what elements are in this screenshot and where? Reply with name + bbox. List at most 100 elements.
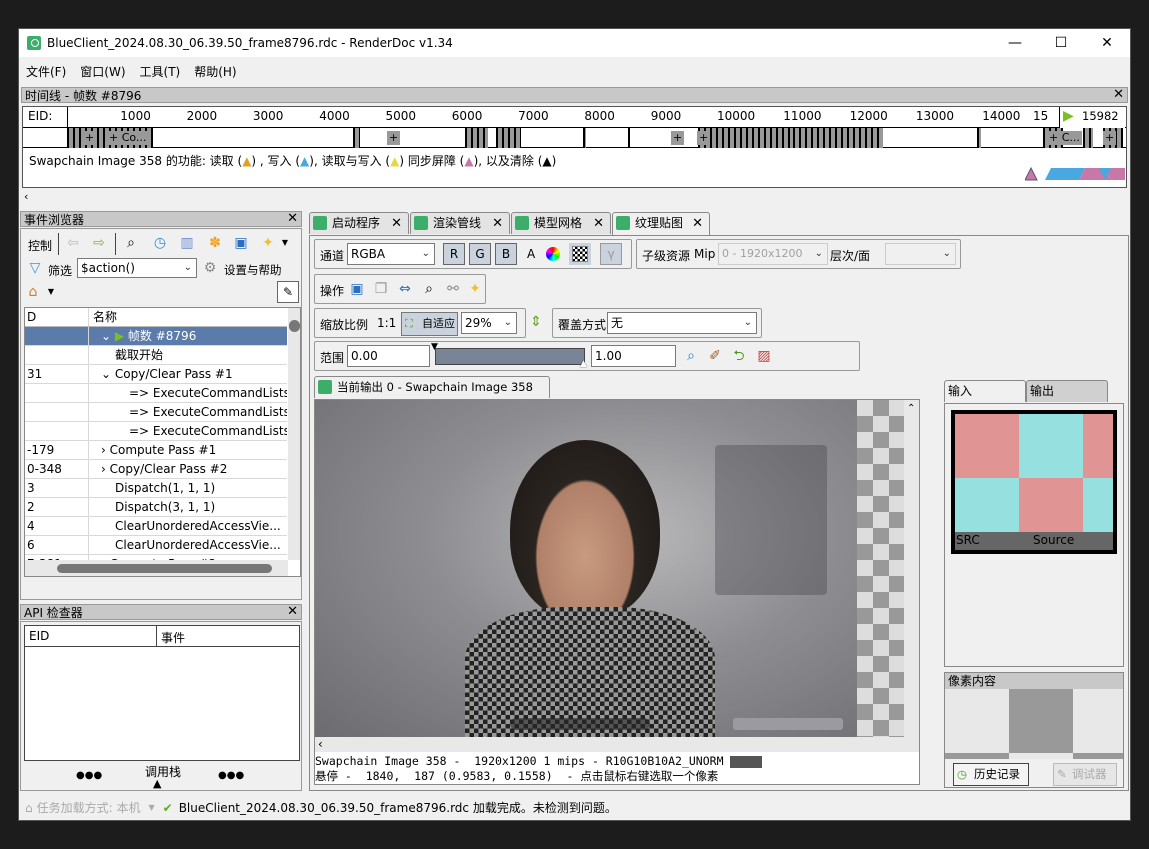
find-binoculars-icon[interactable]: ⌕: [123, 235, 139, 251]
close-icon[interactable]: ✕: [1113, 87, 1124, 103]
texture-display[interactable]: ⌃ ‹ Swapchain Image 358 - 1920x1200 1 mi…: [314, 399, 920, 785]
timeline-marker[interactable]: [698, 128, 793, 148]
close-icon[interactable]: ✕: [391, 213, 402, 234]
timeline-section-label[interactable]: +: [1103, 131, 1117, 145]
red-channel-toggle[interactable]: R: [443, 243, 465, 265]
timer-icon[interactable]: ◷: [152, 235, 168, 251]
menu-file[interactable]: 文件(F): [19, 63, 73, 80]
column-name[interactable]: 名称: [88, 308, 287, 326]
alpha-channel-toggle[interactable]: A: [527, 247, 535, 261]
minimize-button[interactable]: —: [992, 29, 1038, 57]
timeline-marker[interactable]: [628, 128, 630, 148]
event-row[interactable]: 截取开始: [25, 346, 287, 365]
tab-output[interactable]: 输出: [1026, 380, 1108, 402]
checkerboard-toggle[interactable]: [569, 243, 591, 265]
zoom-1to1-button[interactable]: 1:1: [377, 316, 396, 330]
range-min-input[interactable]: 0.00: [347, 345, 430, 367]
callstack-toggle[interactable]: 调用栈: [145, 763, 181, 780]
maximize-button[interactable]: ☐: [1038, 29, 1084, 57]
close-icon[interactable]: ✕: [593, 213, 604, 234]
column-eid[interactable]: EID: [29, 629, 49, 643]
chevron-right-icon[interactable]: ›: [101, 462, 110, 476]
vertical-scrollbar[interactable]: [288, 308, 300, 560]
bookmark-bars-icon[interactable]: ▥: [179, 235, 195, 251]
link-icon[interactable]: ⚯: [445, 281, 461, 297]
overlay-select[interactable]: 无 ⌄: [607, 312, 757, 334]
range-slider[interactable]: [435, 348, 585, 365]
zoom-select[interactable]: 29% ⌄: [461, 312, 517, 334]
timeline[interactable]: EID: ▶ 15982 1000 2000 3000 4000 5000 6000 700…: [22, 106, 1127, 188]
fit-button[interactable]: ⛶ 自适应: [401, 312, 458, 336]
timeline-marker[interactable]: [1083, 128, 1093, 148]
auto-fit-pipette-icon[interactable]: ✐: [707, 348, 723, 364]
timeline-section-label[interactable]: +: [387, 131, 401, 145]
save-texture-icon[interactable]: ▣: [349, 281, 365, 297]
tab-mesh[interactable]: 模型网格 ✕: [511, 212, 611, 234]
scroll-left-icon[interactable]: ‹: [315, 737, 323, 751]
dropdown-arrow-icon[interactable]: ▼: [43, 284, 59, 300]
timeline-markers[interactable]: + + Co... + + + + C... +: [23, 128, 1126, 148]
close-icon[interactable]: ✕: [492, 213, 503, 234]
horizontal-scrollbar[interactable]: [25, 560, 288, 576]
timeline-marker[interactable]: [353, 128, 360, 148]
channel-select[interactable]: RGBA ⌄: [347, 243, 435, 265]
timeline-marker[interactable]: [793, 128, 883, 148]
chevron-down-icon[interactable]: ⌄: [101, 329, 115, 343]
chevron-right-icon[interactable]: ›: [101, 443, 110, 457]
menu-window[interactable]: 窗口(W): [73, 63, 132, 80]
tab-launch[interactable]: 启动程序 ✕: [309, 212, 409, 234]
gear-icon[interactable]: ⚙: [202, 260, 218, 276]
gamma-toggle[interactable]: γ: [600, 243, 622, 265]
event-row[interactable]: ⌄ ▶ 帧数 #8796: [25, 327, 287, 346]
splitter-handle-left[interactable]: ●●●: [76, 770, 102, 781]
expand-up-icon[interactable]: ▲: [153, 777, 161, 790]
scroll-left-icon[interactable]: ‹: [22, 190, 28, 203]
filter-input[interactable]: $action() ⌄: [77, 258, 197, 278]
horizontal-scrollbar[interactable]: ‹: [315, 737, 919, 752]
timeline-marker[interactable]: [583, 128, 586, 148]
tab-pipeline[interactable]: 渲染管线 ✕: [410, 212, 510, 234]
event-row[interactable]: 6 ClearUnorderedAccessVie...: [25, 536, 287, 555]
open-resource-icon[interactable]: ⇔: [397, 281, 413, 297]
flip-vertical-icon[interactable]: ⇕: [528, 314, 544, 330]
next-arrow-icon[interactable]: ⇨: [91, 235, 107, 251]
green-channel-toggle[interactable]: G: [469, 243, 491, 265]
event-row[interactable]: 4 ClearUnorderedAccessVie...: [25, 517, 287, 536]
history-button[interactable]: ◷ 历史记录: [953, 763, 1029, 786]
event-row[interactable]: => ExecuteCommandLists(3: [25, 403, 287, 422]
close-button[interactable]: ✕: [1084, 29, 1130, 57]
settings-help-button[interactable]: 设置与帮助: [224, 262, 282, 278]
dropdown-arrow-icon[interactable]: ▼: [277, 235, 293, 251]
event-row[interactable]: => ExecuteCommandLists(3: [25, 422, 287, 441]
event-row[interactable]: 31 ⌄ Copy/Clear Pass #1: [25, 365, 287, 384]
timeline-marker[interactable]: [465, 128, 488, 148]
find-binoculars-icon[interactable]: ⌕: [421, 281, 437, 297]
column-eid[interactable]: D: [25, 308, 88, 326]
tab-input[interactable]: 输入: [944, 380, 1026, 402]
timeline-section-label[interactable]: + C...: [1047, 131, 1082, 145]
column-event[interactable]: 事件: [156, 626, 299, 647]
color-wheel-icon[interactable]: [546, 247, 560, 261]
replay-context-selector[interactable]: 任务加载方式: 本机: [37, 799, 141, 816]
close-icon[interactable]: ✕: [692, 213, 703, 234]
range-max-handle[interactable]: ▲: [580, 359, 587, 369]
notes-edit-icon[interactable]: ✎: [277, 281, 299, 303]
api-event-list[interactable]: EID 事件: [24, 625, 300, 761]
pixel-context-view[interactable]: [945, 689, 1123, 759]
range-min-handle[interactable]: ▼: [431, 342, 438, 352]
event-row[interactable]: => ExecuteCommandLists(3: [25, 384, 287, 403]
timeline-section-label[interactable]: + Co...: [107, 131, 149, 145]
tab-current-output[interactable]: 当前输出 0 - Swapchain Image 358: [314, 376, 550, 398]
tab-texture[interactable]: 纹理贴图 ✕: [612, 212, 710, 236]
vertical-scrollbar[interactable]: ⌃: [904, 400, 919, 737]
save-icon[interactable]: ▣: [233, 235, 249, 251]
close-icon[interactable]: ✕: [287, 604, 298, 620]
splitter-handle-right[interactable]: ●●●: [218, 770, 244, 781]
timeline-marker[interactable]: [977, 128, 981, 148]
copy-icon[interactable]: ❐: [373, 281, 389, 297]
event-row[interactable]: 3 Dispatch(1, 1, 1): [25, 479, 287, 498]
blue-channel-toggle[interactable]: B: [495, 243, 517, 265]
extensions-puzzle-icon[interactable]: ✦: [467, 281, 483, 297]
event-row[interactable]: 2 Dispatch(3, 1, 1): [25, 498, 287, 517]
rendered-frame-image[interactable]: [315, 400, 857, 737]
